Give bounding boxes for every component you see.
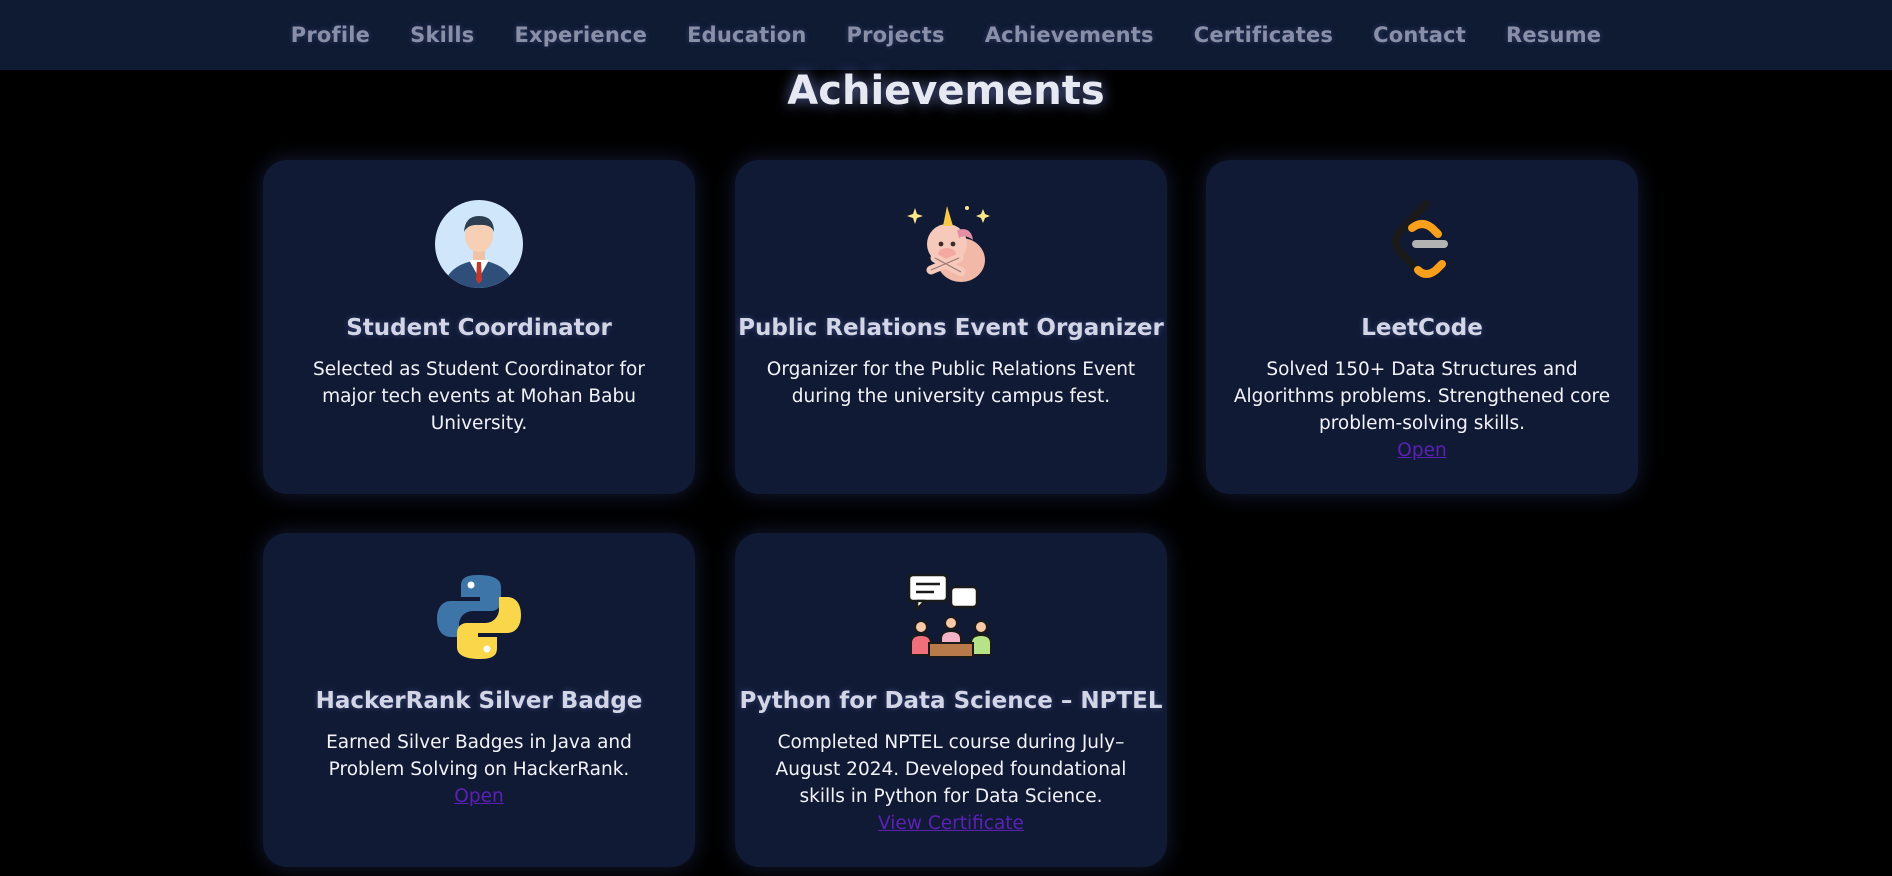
view-certificate-link[interactable]: View Certificate — [761, 810, 1141, 837]
nav-link-experience[interactable]: Experience — [515, 23, 648, 47]
card-title: Python for Data Science – NPTEL — [739, 688, 1163, 714]
card-description: Selected as Student Coordinator for majo… — [289, 356, 669, 437]
achievement-card-student-coordinator: Student Coordinator Selected as Student … — [263, 160, 695, 494]
card-description: Earned Silver Badges in Java and Problem… — [289, 729, 669, 810]
open-link[interactable]: Open — [1232, 437, 1612, 464]
achievement-card-public-relations: Public Relations Event Organizer Organiz… — [735, 160, 1167, 494]
nav-link-education[interactable]: Education — [687, 23, 806, 47]
card-title: Student Coordinator — [346, 315, 612, 341]
card-description: Organizer for the Public Relations Event… — [761, 356, 1141, 410]
card-title: HackerRank Silver Badge — [315, 688, 643, 714]
achievement-card-hackerrank: HackerRank Silver Badge Earned Silver Ba… — [263, 533, 695, 867]
top-navbar: Profile Skills Experience Education Proj… — [0, 0, 1892, 70]
card-description-text: Earned Silver Badges in Java and Problem… — [326, 732, 632, 780]
python-logo-icon — [437, 575, 521, 659]
card-title: LeetCode — [1361, 315, 1483, 341]
achievement-card-nptel: Python for Data Science – NPTEL Complete… — [735, 533, 1167, 867]
card-description-text: Completed NPTEL course during July–Augus… — [775, 732, 1127, 807]
nav-link-contact[interactable]: Contact — [1373, 23, 1466, 47]
nav-link-profile[interactable]: Profile — [291, 23, 370, 47]
businessman-avatar-icon — [435, 200, 523, 288]
card-description-text: Selected as Student Coordinator for majo… — [313, 359, 645, 434]
card-description: Solved 150+ Data Structures and Algorith… — [1232, 356, 1612, 464]
nav-link-resume[interactable]: Resume — [1506, 23, 1601, 47]
nav-link-projects[interactable]: Projects — [847, 23, 945, 47]
achievement-card-leetcode: LeetCode Solved 150+ Data Structures and… — [1206, 160, 1638, 494]
team-discussion-icon — [907, 573, 992, 658]
leetcode-logo-icon — [1392, 200, 1448, 278]
nav-link-certificates[interactable]: Certificates — [1194, 23, 1333, 47]
unicorn-icon — [907, 206, 990, 282]
card-description-text: Solved 150+ Data Structures and Algorith… — [1233, 359, 1611, 434]
open-link[interactable]: Open — [289, 783, 669, 810]
nav-link-skills[interactable]: Skills — [410, 23, 474, 47]
nav-link-achievements[interactable]: Achievements — [985, 23, 1154, 47]
card-title: Public Relations Event Organizer — [738, 315, 1164, 341]
card-description-text: Organizer for the Public Relations Event… — [766, 359, 1136, 407]
card-description: Completed NPTEL course during July–Augus… — [761, 729, 1141, 837]
section-title: Achievements — [787, 68, 1105, 114]
